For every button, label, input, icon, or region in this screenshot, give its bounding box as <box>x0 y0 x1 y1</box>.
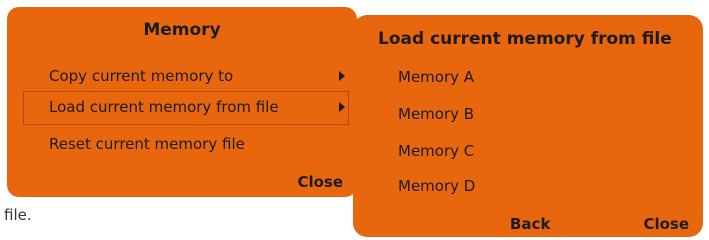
menu-item-reset-memory[interactable]: Reset current memory file <box>23 127 349 161</box>
submenu-item-memory-d[interactable]: Memory D <box>398 171 475 201</box>
submenu-item-memory-b[interactable]: Memory B <box>398 99 474 129</box>
submenu-arrow-icon <box>339 102 345 112</box>
submenu-item-memory-c[interactable]: Memory C <box>398 136 474 166</box>
memory-menu-title: Memory <box>143 20 221 40</box>
submenu-close-button[interactable]: Close <box>643 215 689 233</box>
load-memory-submenu: Load current memory from file Memory A M… <box>353 15 703 237</box>
submenu-item-memory-a[interactable]: Memory A <box>398 62 474 92</box>
submenu-arrow-icon <box>339 71 345 81</box>
menu-item-copy-memory[interactable]: Copy current memory to <box>23 59 349 93</box>
screen: file. Memory Copy current memory to Load… <box>0 0 709 240</box>
menu-item-label: Reset current memory file <box>49 135 245 153</box>
back-button[interactable]: Back <box>510 215 550 233</box>
memory-menu: Memory Copy current memory to Load curre… <box>7 7 357 197</box>
menu-item-label: Load current memory from file <box>49 98 279 116</box>
menu-item-load-memory[interactable]: Load current memory from file <box>23 91 349 125</box>
background-text: file. <box>4 206 32 224</box>
submenu-title: Load current memory from file <box>378 29 672 49</box>
menu-item-label: Copy current memory to <box>49 67 234 85</box>
close-button[interactable]: Close <box>297 173 343 191</box>
